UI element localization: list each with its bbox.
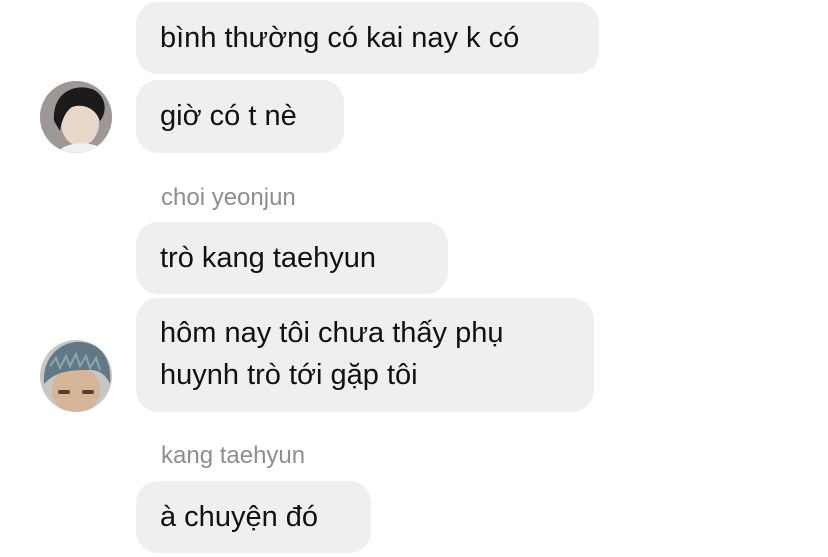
message-text: trò kang taehyun	[160, 242, 377, 274]
message-bubble[interactable]: trò kang taehyun	[136, 222, 448, 294]
message-bubble[interactable]: bình thường có kai nay k có	[136, 2, 599, 74]
message-bubble[interactable]: hôm nay tôi chưa thấy phụ huynh trò tới …	[136, 298, 594, 412]
message-bubble[interactable]: à chuyện đó	[136, 481, 371, 553]
user-avatar[interactable]	[40, 81, 112, 153]
user-avatar-blue-hair-icon	[40, 340, 112, 412]
sender-name: kang taehyun	[161, 442, 306, 469]
message-bubble[interactable]: giờ có t nè	[136, 80, 344, 153]
message-text: à chuyện đó	[160, 501, 319, 533]
user-avatar-dark-hair-icon	[40, 81, 112, 153]
message-text: bình thường có kai nay k có	[160, 22, 520, 54]
message-text: giờ có t nè	[160, 100, 297, 132]
sender-name: choi yeonjun	[161, 184, 296, 211]
message-text: hôm nay tôi chưa thấy phụ huynh trò tới …	[160, 317, 504, 391]
user-avatar[interactable]	[40, 340, 112, 412]
